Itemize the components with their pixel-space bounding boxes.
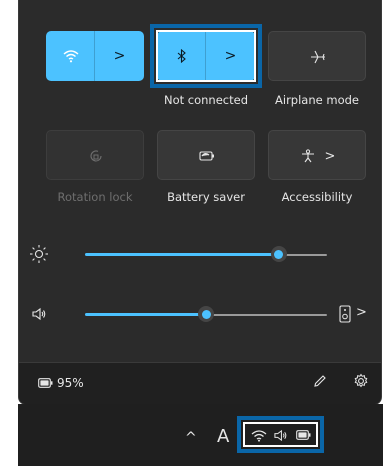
volume-slider-fill <box>85 313 206 316</box>
rotation-lock-tile[interactable] <box>46 130 144 180</box>
wifi-icon <box>251 429 267 442</box>
volume-slider-track[interactable] <box>206 314 327 316</box>
airplane-mode-tile[interactable] <box>268 31 366 81</box>
system-tray-button[interactable] <box>237 416 324 453</box>
taskbar: ^ A <box>18 404 383 466</box>
accessibility-tile[interactable]: > <box>268 130 366 180</box>
wifi-toggle[interactable] <box>46 31 95 81</box>
speaker-icon[interactable] <box>31 307 47 321</box>
chevron-right-icon: > <box>324 148 336 164</box>
wifi-icon <box>63 49 79 63</box>
battery-saver-label: Battery saver <box>167 190 245 204</box>
accessibility-label: Accessibility <box>281 190 353 204</box>
battery-icon[interactable] <box>38 378 53 388</box>
quick-settings-panel: > > Not connected Airplane mode Rotation… <box>18 0 382 405</box>
airplane-icon <box>310 50 326 64</box>
rotation-lock-icon <box>89 149 103 163</box>
wifi-tile[interactable]: > <box>46 31 144 81</box>
brightness-slider-fill <box>85 253 279 256</box>
airplane-mode-label: Airplane mode <box>275 93 359 107</box>
edit-pencil-icon[interactable] <box>312 373 328 389</box>
speaker-icon <box>273 429 288 442</box>
battery-saver-tile[interactable] <box>157 130 255 180</box>
rotation-lock-label: Rotation lock <box>57 190 133 204</box>
brightness-slider-thumb[interactable] <box>270 246 287 262</box>
volume-slider-row: > <box>19 302 381 326</box>
audio-output-icon[interactable] <box>339 305 351 323</box>
battery-saver-icon <box>199 151 215 161</box>
brightness-icon <box>29 244 49 264</box>
brightness-slider-row <box>19 242 381 266</box>
bluetooth-label: Not connected <box>163 93 249 107</box>
wifi-expand-button[interactable]: > <box>95 31 144 81</box>
chevron-right-icon[interactable]: > <box>356 306 367 319</box>
battery-percent: 95% <box>57 376 84 390</box>
input-indicator[interactable]: A <box>217 426 229 447</box>
bluetooth-highlight-box <box>150 24 262 88</box>
accessibility-icon <box>301 149 315 163</box>
volume-slider-thumb[interactable] <box>198 306 214 322</box>
show-hidden-icons-chevron[interactable]: ^ <box>185 430 197 446</box>
settings-gear-icon[interactable] <box>353 373 369 389</box>
quick-settings-footer: 95% <box>19 362 381 404</box>
chevron-right-icon: > <box>113 48 126 64</box>
battery-icon <box>296 430 311 440</box>
